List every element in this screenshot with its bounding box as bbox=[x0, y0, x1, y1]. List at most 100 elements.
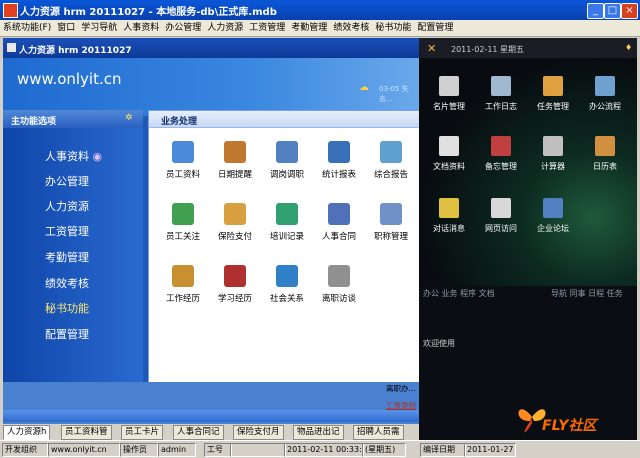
desktop-tile-icon bbox=[595, 76, 615, 96]
desktop-tile-icon bbox=[439, 136, 459, 156]
desktop-tile[interactable]: 备忘管理 bbox=[475, 136, 527, 172]
business-tile[interactable]: 日期提醒 bbox=[209, 141, 261, 180]
business-tile[interactable]: 综合报告 bbox=[365, 141, 417, 180]
desktop-tile-icon bbox=[491, 198, 511, 218]
panel-title: 业务处理 bbox=[161, 117, 198, 127]
tile-label: 人事合同 bbox=[321, 232, 356, 242]
panel-header: 业务处理 bbox=[149, 111, 419, 128]
sidebar-item-office[interactable]: 办公管理 bbox=[45, 173, 89, 189]
window-titlebar[interactable]: 人力资源 hrm 20111027 - 本地服务-db\正式库.mdb _ □ … bbox=[0, 0, 640, 20]
peek-link[interactable]: 工资类别 bbox=[386, 400, 416, 411]
tab-recruit[interactable]: 招聘人员需 bbox=[353, 425, 404, 440]
business-tile[interactable]: 人事合同 bbox=[313, 203, 365, 242]
tab-employee-card[interactable]: 员工卡片 bbox=[121, 425, 164, 440]
close-icon[interactable]: ✕ bbox=[427, 42, 436, 55]
business-tile[interactable]: 培训记录 bbox=[261, 203, 313, 242]
desktop-tabs: 办公 业务 程序 文档 导航 同事 日程 任务 bbox=[419, 286, 637, 300]
menu-study[interactable]: 学习导航 bbox=[78, 20, 120, 36]
sidebar-item-performance[interactable]: 绩效考核 bbox=[45, 275, 89, 291]
main-window-titlebar[interactable]: 人力资源 hrm 20111027 bbox=[3, 38, 419, 58]
business-tile[interactable]: 统计报表 bbox=[313, 141, 365, 180]
desktop-panel: ✕ 2011-02-11 星期五 ♦ 名片管理 工作日志 任务管理 办公流程文档资料 备… bbox=[419, 38, 637, 440]
window-icon bbox=[7, 43, 16, 52]
close-button[interactable]: × bbox=[621, 3, 638, 19]
bell-icon[interactable]: ♦ bbox=[625, 43, 632, 52]
tile-label: 综合报告 bbox=[373, 170, 408, 180]
banner-date: 03-05 失去... bbox=[379, 85, 409, 103]
tab-insurance[interactable]: 保险支付月 bbox=[233, 425, 284, 440]
desktop-tile-label: 任务管理 bbox=[537, 102, 569, 111]
pin-icon[interactable]: ✲ bbox=[125, 113, 133, 123]
menu-personnel[interactable]: 人事资料 bbox=[120, 20, 162, 36]
status-build-label: 编译日期 bbox=[420, 443, 466, 457]
document-tabs: 人力资源h 员工资料管 员工卡片 人事合同记 保险支付月 物品进出记 招聘人员需 bbox=[3, 425, 419, 440]
desktop-tile[interactable]: 企业论坛 bbox=[527, 198, 579, 234]
menu-hr[interactable]: 人力资源 bbox=[204, 20, 246, 36]
site-url: www.onlyit.cn bbox=[17, 70, 122, 88]
desktop-tile-label: 备忘管理 bbox=[485, 162, 517, 171]
menu-office[interactable]: 办公管理 bbox=[162, 20, 204, 36]
sidebar-item-attendance[interactable]: 考勤管理 bbox=[45, 249, 89, 265]
business-tile[interactable]: 调岗调职 bbox=[261, 141, 313, 180]
business-tile[interactable]: 职称管理 bbox=[365, 203, 417, 242]
scrollbar[interactable] bbox=[3, 410, 419, 422]
menu-secretary[interactable]: 秘书功能 bbox=[372, 20, 414, 36]
tab-contract[interactable]: 人事合同记 bbox=[173, 425, 224, 440]
minimize-button[interactable]: _ bbox=[587, 3, 604, 19]
tile-label: 员工资料 bbox=[165, 170, 200, 180]
expand-icon: ◉ bbox=[92, 150, 103, 163]
tile-label: 员工关注 bbox=[165, 232, 200, 242]
business-tile[interactable]: 保险支付 bbox=[209, 203, 261, 242]
business-panel: 业务处理 员工资料 日期提醒 调岗调职 统计报表 综合报告员工关注 保险支付 培训记录 人事合… bbox=[148, 110, 420, 384]
menu-config[interactable]: 配置管理 bbox=[414, 20, 456, 36]
tile-icon bbox=[276, 265, 298, 287]
menu-performance[interactable]: 绩效考核 bbox=[330, 20, 372, 36]
menu-bar: 系统功能(F) 窗口 学习导航 人事资料 办公管理 人力资源 工资管理 考勤管理 绩效考核 秘书功… bbox=[0, 20, 640, 37]
status-weekday: (星期五) bbox=[362, 443, 406, 457]
menu-system[interactable]: 系统功能(F) bbox=[0, 20, 54, 36]
sidebar-item-payroll[interactable]: 工资管理 bbox=[45, 223, 89, 239]
sidebar-header: 主功能选项 ✲ bbox=[3, 110, 143, 128]
welcome-text: 欢迎使用 bbox=[423, 339, 455, 348]
sidebar-item-personnel[interactable]: 人事资料 ◉ bbox=[45, 148, 102, 164]
business-tile[interactable]: 员工关注 bbox=[157, 203, 209, 242]
desktop-tile[interactable]: 文档资料 bbox=[423, 136, 475, 172]
menu-window[interactable]: 窗口 bbox=[54, 20, 78, 36]
desktop-tile[interactable]: 网页访问 bbox=[475, 198, 527, 234]
app-icon bbox=[3, 3, 18, 18]
tab-hr[interactable]: 人力资源h bbox=[3, 425, 51, 440]
maximize-button[interactable]: □ bbox=[604, 3, 621, 19]
tile-label: 保险支付 bbox=[217, 232, 252, 242]
menu-payroll[interactable]: 工资管理 bbox=[246, 20, 288, 36]
desktop-tile[interactable]: 日历表 bbox=[579, 136, 631, 172]
menu-attendance[interactable]: 考勤管理 bbox=[288, 20, 330, 36]
tile-icon bbox=[328, 141, 350, 163]
desktop-date: 2011-02-11 星期五 bbox=[451, 45, 525, 54]
desktop-tile[interactable]: 计算器 bbox=[527, 136, 579, 172]
desktop-tabs-left[interactable]: 办公 业务 程序 文档 bbox=[423, 288, 495, 299]
tile-icon bbox=[172, 141, 194, 163]
desktop-tile[interactable]: 对话消息 bbox=[423, 198, 475, 234]
business-tile[interactable]: 员工资料 bbox=[157, 141, 209, 180]
peek-item[interactable]: 离职办... bbox=[386, 383, 416, 394]
desktop-tile-icon bbox=[543, 136, 563, 156]
desktop-tile[interactable]: 办公流程 bbox=[579, 76, 631, 112]
business-tile[interactable]: 工作经历 bbox=[157, 265, 209, 304]
business-tile[interactable]: 社会关系 bbox=[261, 265, 313, 304]
desktop-tile[interactable]: 名片管理 bbox=[423, 76, 475, 112]
sidebar-item-hr[interactable]: 人力资源 bbox=[45, 198, 89, 214]
desktop-tile-icon bbox=[439, 198, 459, 218]
status-operator-value: admin bbox=[158, 443, 196, 457]
desktop-tile[interactable]: 工作日志 bbox=[475, 76, 527, 112]
tile-icon bbox=[328, 265, 350, 287]
sidebar-item-config[interactable]: 配置管理 bbox=[45, 326, 89, 342]
tab-goods[interactable]: 物品进出记 bbox=[293, 425, 344, 440]
business-tile[interactable]: 离职访谈 bbox=[313, 265, 365, 304]
sidebar-item-secretary[interactable]: 秘书功能 bbox=[45, 300, 89, 316]
business-tile[interactable]: 学习经历 bbox=[209, 265, 261, 304]
desktop-tile[interactable]: 任务管理 bbox=[527, 76, 579, 112]
desktop-tabs-right[interactable]: 导航 同事 日程 任务 bbox=[551, 288, 623, 299]
tab-employee-data[interactable]: 员工资料管 bbox=[61, 425, 112, 440]
tile-label: 培训记录 bbox=[269, 232, 304, 242]
tile-icon bbox=[224, 265, 246, 287]
